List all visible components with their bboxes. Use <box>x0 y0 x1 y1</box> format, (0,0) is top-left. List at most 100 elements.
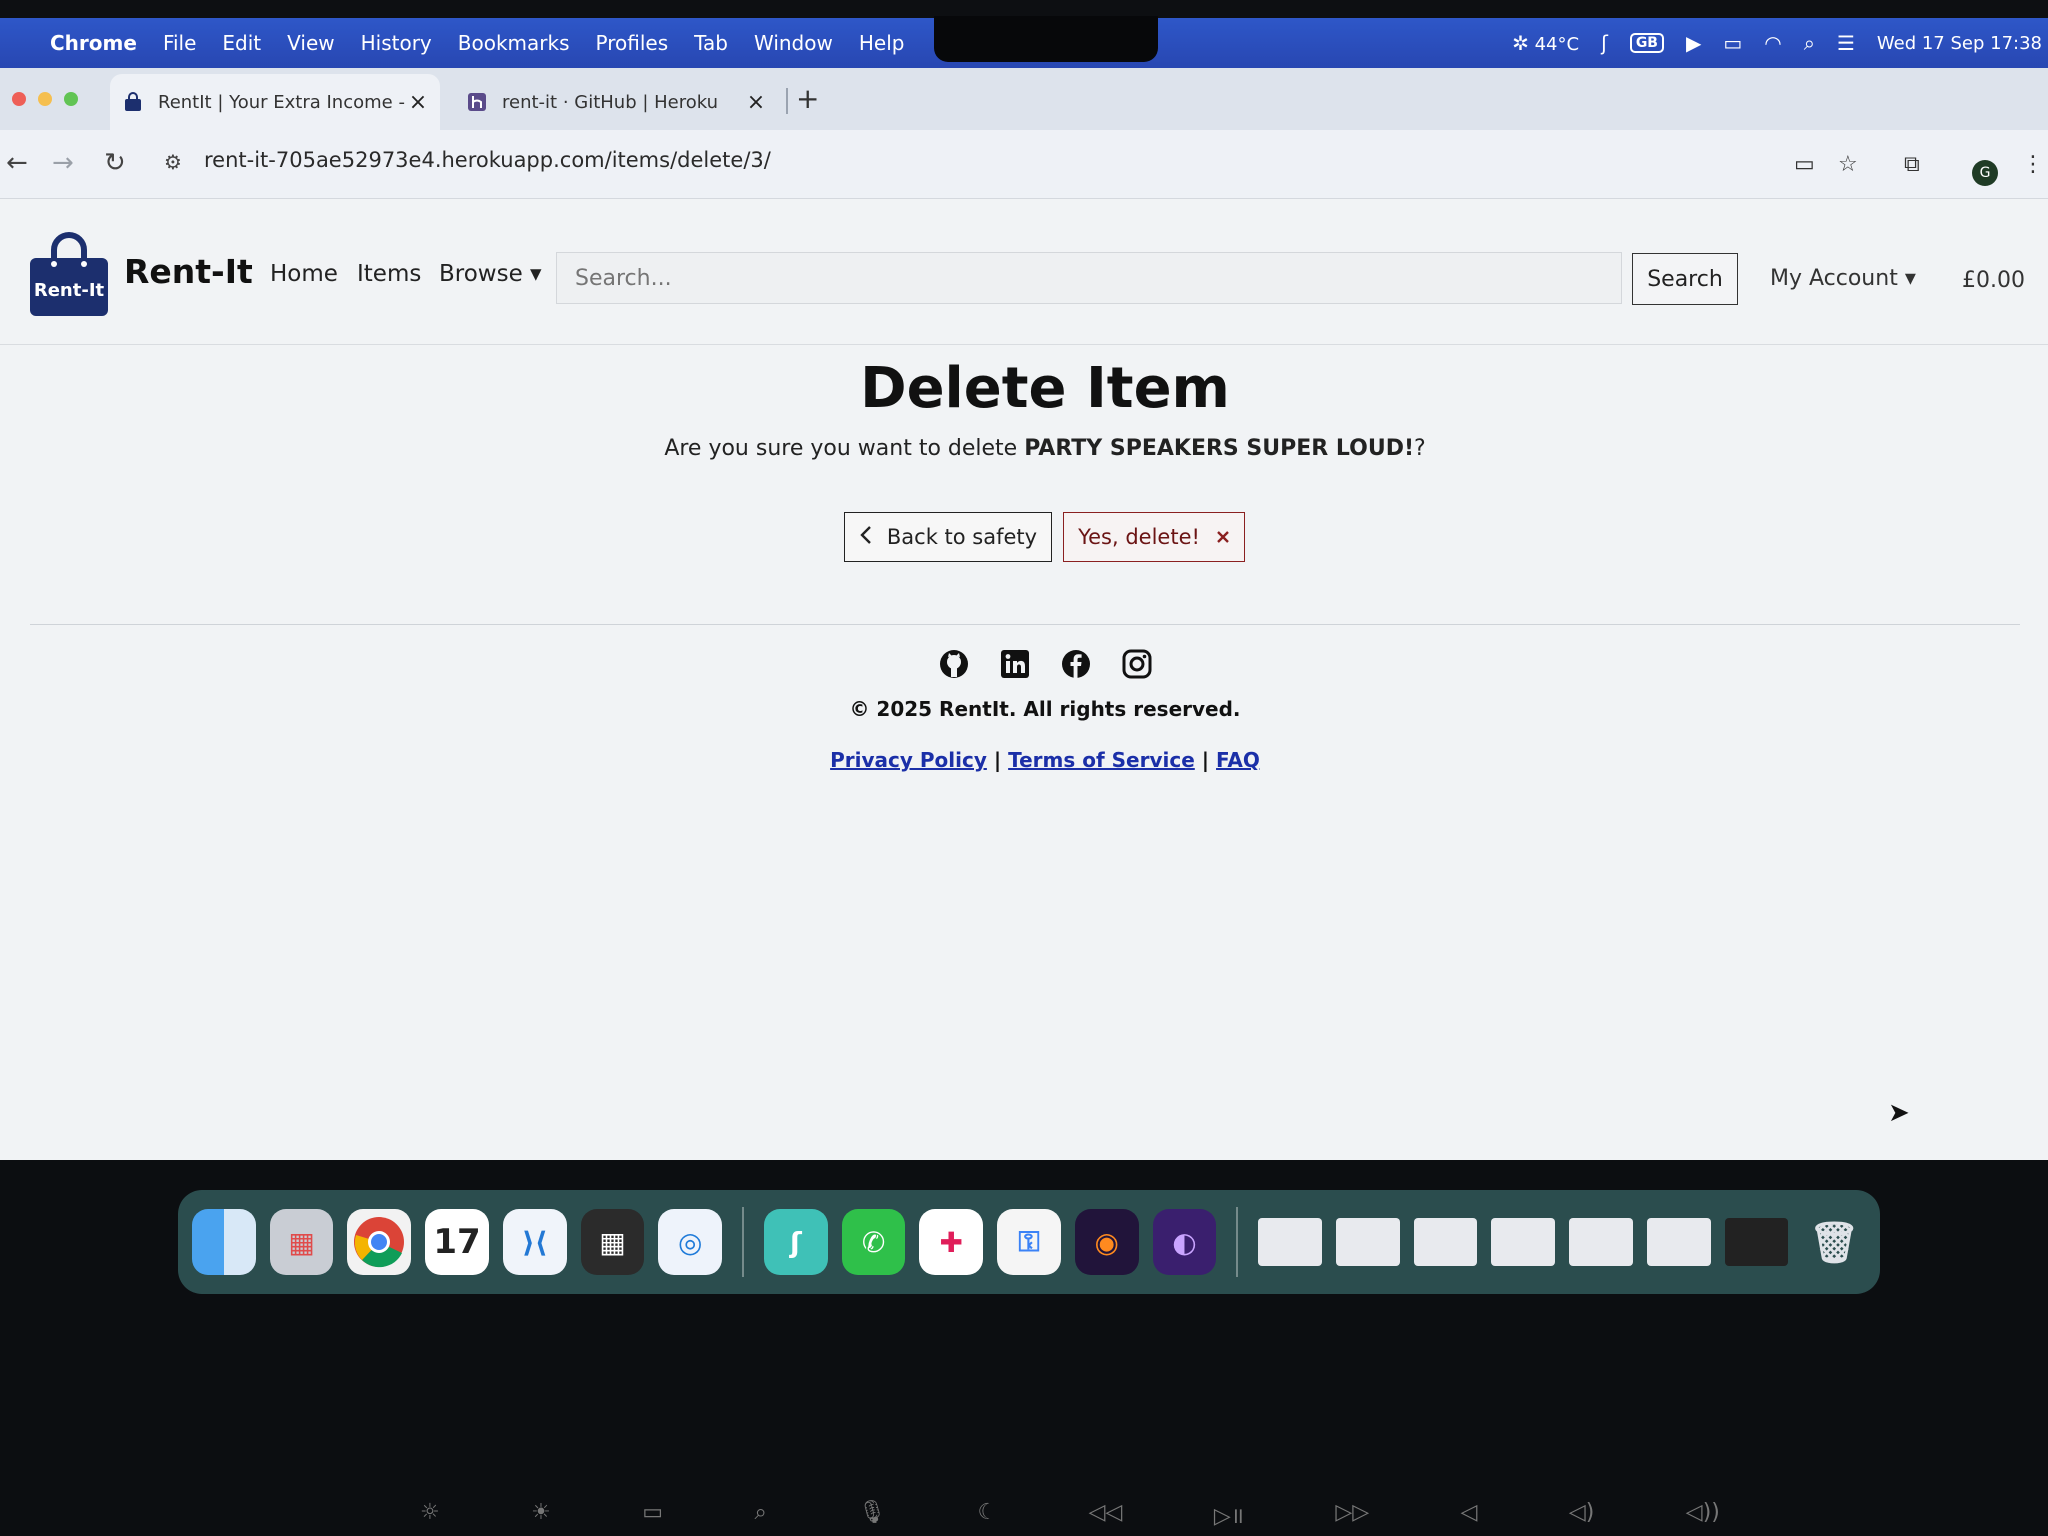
minimized-window[interactable] <box>1491 1218 1556 1266</box>
minimized-window[interactable] <box>1258 1218 1322 1266</box>
chrome-icon[interactable] <box>347 1209 412 1275</box>
reload-icon[interactable]: ↻ <box>104 148 126 178</box>
play-icon[interactable]: ▶ <box>1686 31 1701 55</box>
faq-link[interactable]: FAQ <box>1216 748 1260 772</box>
surfshark-icon[interactable]: ʃ <box>1601 31 1608 55</box>
menu-app-chrome[interactable]: Chrome <box>50 31 137 55</box>
address-bar[interactable]: rent-it-705ae52973e4.herokuapp.com/items… <box>204 148 771 172</box>
menu-file[interactable]: File <box>163 31 196 55</box>
control-center-icon[interactable]: ☰ <box>1837 31 1855 55</box>
tab-rentit[interactable]: RentIt | Your Extra Income - D × <box>110 74 440 130</box>
search-key-icon: ⌕ <box>754 1500 767 1525</box>
tor-browser-icon[interactable]: ◐ <box>1152 1209 1217 1275</box>
menu-bookmarks[interactable]: Bookmarks <box>458 31 570 55</box>
menu-window[interactable]: Window <box>754 31 833 55</box>
window-close-button[interactable] <box>12 92 26 106</box>
site-logo[interactable]: Rent-It <box>28 232 110 318</box>
function-key-row: ☼ ☀ ▭ ⌕ 🎙 ☾ ◁◁ ▷॥ ▷▷ ◁ ◁) ◁)) <box>420 1500 1720 1530</box>
back-arrow-icon[interactable]: ← <box>6 148 28 178</box>
apple-icon[interactable] <box>4 31 26 55</box>
macos-dock: ▦ SEP 17 ⟩⟨ ▦ ◎ ʃ ✆ ✚ ⚿ ◉ ◐ 🗑 <box>178 1190 1880 1294</box>
menu-history[interactable]: History <box>361 31 432 55</box>
nav-home[interactable]: Home <box>270 261 338 287</box>
brightness-down-icon: ☼ <box>420 1500 440 1525</box>
menu-edit[interactable]: Edit <box>222 31 261 55</box>
chevron-left-icon <box>859 525 873 550</box>
cart-total[interactable]: £0.00 <box>1962 268 2025 293</box>
privacy-policy-link[interactable]: Privacy Policy <box>830 748 987 772</box>
calendar-icon[interactable]: SEP 17 <box>425 1209 489 1275</box>
launchpad-icon[interactable]: ▦ <box>269 1209 334 1275</box>
finder-icon[interactable] <box>192 1209 256 1275</box>
minimized-window[interactable] <box>1335 1218 1400 1266</box>
firefox-icon[interactable]: ◉ <box>1074 1209 1139 1275</box>
back-to-safety-button[interactable]: Back to safety <box>844 512 1052 562</box>
camera-notch <box>934 16 1158 62</box>
tab-label: RentIt | Your Extra Income - D <box>158 91 406 113</box>
profile-avatar[interactable]: G <box>1972 160 1998 186</box>
nav-browse-dropdown[interactable]: Browse ▾ <box>439 261 542 287</box>
site-settings-icon[interactable]: ⚙ <box>164 150 182 174</box>
microphone-icon: 🎙 <box>858 1500 887 1525</box>
menu-view[interactable]: View <box>287 31 334 55</box>
extensions-icon[interactable]: ⧉ <box>1904 152 1920 177</box>
question-suffix: ? <box>1413 436 1426 461</box>
confirm-delete-button[interactable]: Yes, delete! <box>1063 512 1245 562</box>
wifi-icon[interactable]: ◠ <box>1764 31 1781 55</box>
tab-close-icon[interactable]: × <box>744 90 768 115</box>
bookmark-star-icon[interactable]: ☆ <box>1838 152 1858 177</box>
minimized-window[interactable] <box>1569 1218 1633 1266</box>
window-minimize-button[interactable] <box>38 92 52 106</box>
vscode-icon[interactable]: ⟩⟨ <box>502 1209 567 1275</box>
tab-heroku[interactable]: rent-it · GitHub | Heroku × <box>458 74 778 130</box>
bag-icon <box>122 91 144 113</box>
menu-profiles[interactable]: Profiles <box>596 31 669 55</box>
safari-icon[interactable]: ◎ <box>658 1209 723 1275</box>
temperature-readout: 44°C <box>1534 34 1580 55</box>
window-zoom-button[interactable] <box>64 92 78 106</box>
volume-up-icon: ◁)) <box>1685 1500 1720 1525</box>
my-account-dropdown[interactable]: My Account ▾ <box>1770 266 1916 291</box>
calendar-day: 17 <box>433 1222 481 1262</box>
forward-arrow-icon[interactable]: → <box>52 148 74 178</box>
linkedin-icon[interactable] <box>999 648 1031 680</box>
dock-separator <box>1236 1207 1239 1277</box>
brand-name[interactable]: Rent-It <box>124 252 253 291</box>
minimized-window[interactable] <box>1413 1218 1478 1266</box>
keyboard-layout-indicator[interactable]: GB <box>1629 33 1664 53</box>
trash-icon[interactable]: 🗑 <box>1802 1209 1866 1275</box>
temperature-widget[interactable]: ✲ 44°C <box>1512 31 1579 55</box>
more-menu-icon[interactable]: ⋮ <box>2022 152 2044 177</box>
nav-items[interactable]: Items <box>357 261 421 287</box>
search-button[interactable]: Search <box>1632 253 1738 305</box>
keychain-icon[interactable]: ⚿ <box>997 1209 1061 1275</box>
minimized-window[interactable] <box>1646 1218 1711 1266</box>
tab-close-icon[interactable]: × <box>406 90 430 115</box>
surfshark-icon[interactable]: ʃ <box>763 1209 828 1275</box>
minimized-window[interactable] <box>1724 1218 1789 1266</box>
copyright-text: © 2025 RentIt. All rights reserved. <box>849 697 1241 721</box>
facebook-icon[interactable] <box>1060 648 1092 680</box>
brightness-up-icon: ☀ <box>531 1500 551 1525</box>
calculator-icon[interactable]: ▦ <box>580 1209 645 1275</box>
clock[interactable]: Wed 17 Sep 17:38 <box>1877 33 2042 54</box>
question-prefix: Are you sure you want to delete <box>664 436 1025 461</box>
terms-of-service-link[interactable]: Terms of Service <box>1008 748 1195 772</box>
item-name: PARTY SPEAKERS SUPER LOUD! <box>1024 436 1414 461</box>
new-tab-button[interactable]: + <box>796 82 819 115</box>
heroku-icon <box>466 91 488 113</box>
slack-icon[interactable]: ✚ <box>919 1209 984 1275</box>
search-input[interactable] <box>556 252 1622 304</box>
footer-links: Privacy Policy | Terms of Service | FAQ <box>0 748 2048 772</box>
battery-icon[interactable]: ▭ <box>1723 31 1742 55</box>
card-icon[interactable]: ▭ <box>1794 152 1815 177</box>
whatsapp-icon[interactable]: ✆ <box>841 1209 906 1275</box>
spotlight-search-icon[interactable]: ⌕ <box>1804 31 1815 55</box>
rewind-icon: ◁◁ <box>1088 1500 1123 1525</box>
menu-help[interactable]: Help <box>859 31 905 55</box>
github-icon[interactable] <box>938 648 970 680</box>
logo-text: Rent-It <box>33 280 105 301</box>
menu-tab[interactable]: Tab <box>694 31 728 55</box>
play-pause-icon: ▷॥ <box>1213 1504 1244 1529</box>
instagram-icon[interactable] <box>1121 648 1153 680</box>
